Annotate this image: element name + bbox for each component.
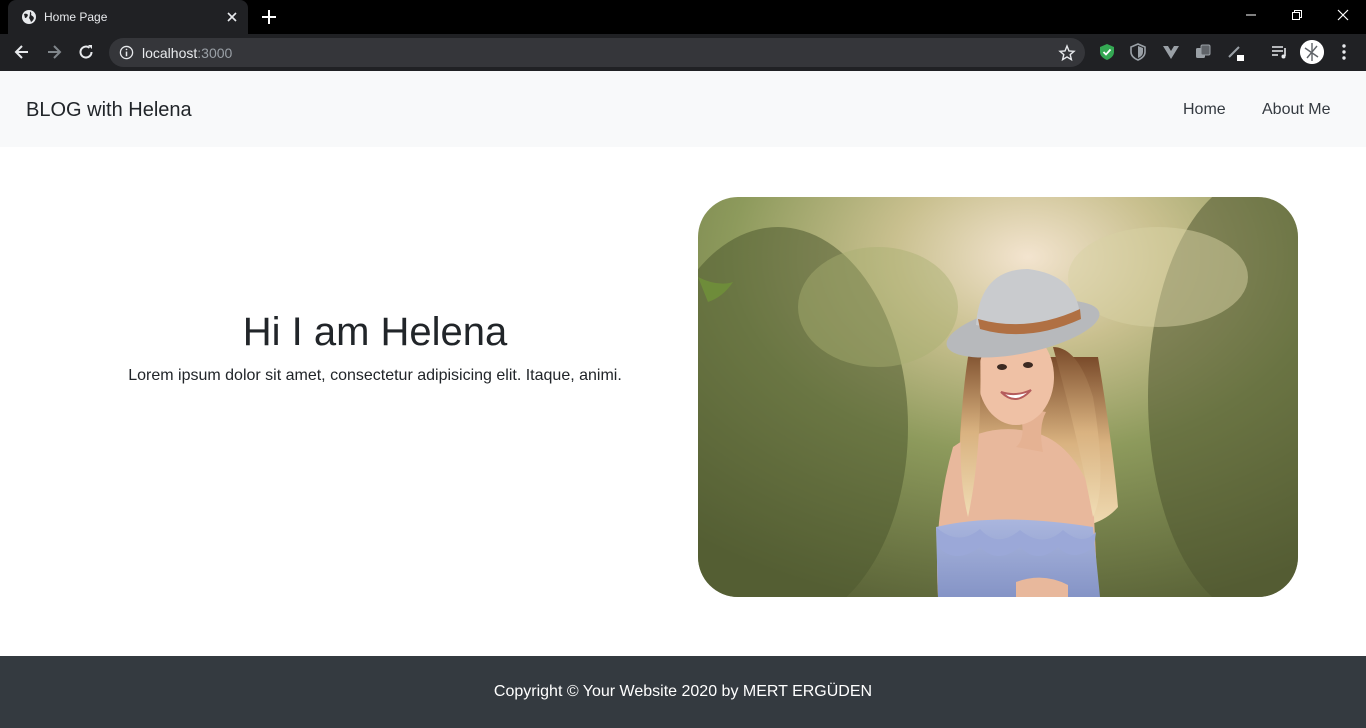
- hero-title: Hi I am Helena: [242, 310, 508, 354]
- more-options-icon[interactable]: [1334, 42, 1354, 62]
- minimize-button[interactable]: [1228, 0, 1274, 30]
- info-icon[interactable]: [119, 45, 134, 60]
- nav-link-home[interactable]: Home: [1183, 100, 1226, 120]
- site-footer: Copyright © Your Website 2020 by MERT ER…: [0, 656, 1366, 728]
- browser-tab-strip: Home Page: [0, 0, 1366, 34]
- minimize-icon: [1246, 14, 1256, 16]
- browser-toolbar: localhost:3000: [0, 34, 1366, 71]
- woman-in-hat-photo: [698, 197, 1298, 597]
- media-queue-icon[interactable]: [1269, 42, 1289, 62]
- footer-copyright: Copyright © Your Website 2020 by MERT ER…: [493, 683, 873, 700]
- reload-icon[interactable]: [76, 42, 96, 62]
- hero-photo: [698, 197, 1298, 597]
- avatar-graphic: [1300, 40, 1324, 64]
- nav-link-about-me[interactable]: About Me: [1262, 100, 1330, 120]
- close-window-button[interactable]: [1320, 0, 1366, 30]
- globe-icon: [22, 10, 36, 24]
- pen-icon[interactable]: [1226, 42, 1246, 62]
- site-navbar: BLOG with Helena Home About Me: [0, 71, 1366, 147]
- url-host: localhost: [142, 45, 198, 61]
- url-text: localhost:3000: [142, 45, 232, 61]
- extension-icon[interactable]: [1193, 42, 1213, 62]
- new-tab-icon[interactable]: [259, 7, 279, 27]
- bookmark-star-icon[interactable]: [1058, 44, 1076, 62]
- address-bar[interactable]: localhost:3000: [109, 38, 1085, 67]
- browser-tab[interactable]: Home Page: [8, 0, 248, 34]
- shield-icon[interactable]: [1128, 42, 1148, 62]
- tab-title: Home Page: [44, 10, 108, 24]
- vue-devtools-icon[interactable]: [1161, 42, 1181, 62]
- close-icon[interactable]: [224, 9, 240, 25]
- forward-arrow-icon[interactable]: [44, 42, 64, 62]
- hero-text: Lorem ipsum dolor sit amet, consectetur …: [128, 367, 622, 384]
- shield-icon[interactable]: [1097, 42, 1117, 62]
- restore-button[interactable]: [1274, 0, 1320, 30]
- back-arrow-icon[interactable]: [12, 42, 32, 62]
- close-icon: [1337, 9, 1349, 21]
- profile-avatar-icon[interactable]: [1300, 40, 1324, 64]
- url-port: :3000: [197, 45, 233, 61]
- restore-icon: [1292, 10, 1302, 20]
- site-brand[interactable]: BLOG with Helena: [26, 98, 192, 122]
